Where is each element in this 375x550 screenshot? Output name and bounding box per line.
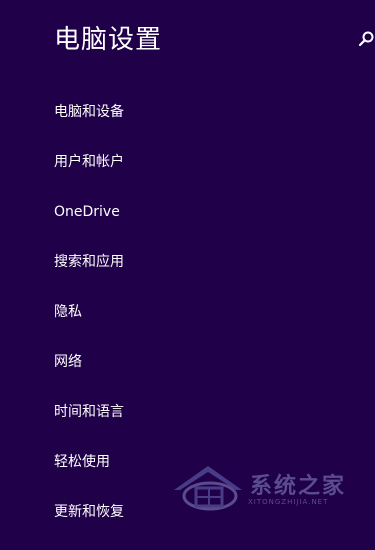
nav-item-time-and-language[interactable]: 时间和语言	[54, 397, 334, 447]
page-title: 电脑设置	[54, 25, 163, 55]
watermark-subtext: XITONGZHIJIA.NET	[248, 498, 329, 506]
watermark-logo: 系统之家 XITONGZHIJIA.NET	[168, 460, 368, 522]
search-button[interactable]	[358, 30, 375, 48]
nav-item-pc-and-devices[interactable]: 电脑和设备	[54, 97, 334, 147]
watermark-text: 系统之家	[250, 473, 347, 499]
nav-item-accounts[interactable]: 用户和帐户	[54, 147, 334, 197]
page-header: 电脑设置	[54, 20, 354, 60]
nav-item-onedrive[interactable]: OneDrive	[54, 197, 334, 247]
search-icon	[358, 31, 374, 47]
nav-item-privacy[interactable]: 隐私	[54, 297, 334, 347]
nav-item-network[interactable]: 网络	[54, 347, 334, 397]
nav-item-search-and-apps[interactable]: 搜索和应用	[54, 247, 334, 297]
house-logo-icon	[174, 466, 242, 511]
